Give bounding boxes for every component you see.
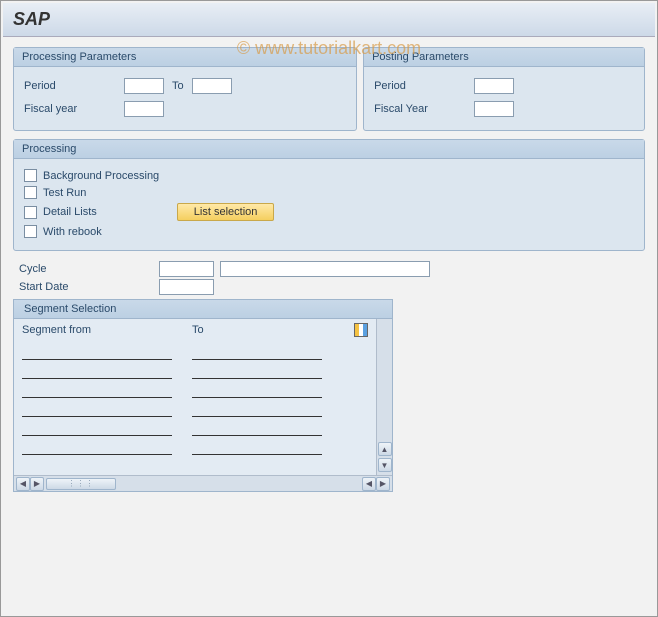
detail-lists-checkbox[interactable] bbox=[24, 206, 37, 219]
segment-to-input[interactable] bbox=[192, 439, 322, 455]
list-selection-button[interactable]: List selection bbox=[177, 203, 275, 221]
scroll-down-icon[interactable]: ▼ bbox=[378, 458, 392, 472]
fiscal-year-label: Fiscal year bbox=[24, 103, 124, 115]
panel-title: Processing bbox=[14, 140, 644, 159]
segment-to-input[interactable] bbox=[192, 382, 322, 398]
vertical-scrollbar[interactable]: ▲ ▼ bbox=[376, 319, 392, 475]
with-rebook-label: With rebook bbox=[43, 226, 102, 238]
test-run-label: Test Run bbox=[43, 187, 86, 199]
scroll-right-icon[interactable]: ▶ bbox=[30, 477, 44, 491]
segment-from-input[interactable] bbox=[22, 420, 172, 436]
segment-rows bbox=[22, 341, 370, 471]
test-run-checkbox[interactable] bbox=[24, 186, 37, 199]
segment-to-input[interactable] bbox=[192, 401, 322, 417]
segment-selection-panel: Segment Selection Segment from To bbox=[13, 299, 393, 492]
segment-from-input[interactable] bbox=[22, 439, 172, 455]
app-window: SAP © www.tutorialkart.com Processing Pa… bbox=[0, 0, 658, 617]
app-title: SAP bbox=[13, 9, 645, 30]
title-bar: SAP bbox=[3, 3, 655, 37]
scroll-left-end-icon[interactable]: ◀ bbox=[362, 477, 376, 491]
posting-period-label: Period bbox=[374, 80, 474, 92]
detail-lists-label: Detail Lists bbox=[43, 206, 97, 218]
scroll-right-end-icon[interactable]: ▶ bbox=[376, 477, 390, 491]
column-config-icon[interactable] bbox=[352, 323, 370, 337]
processing-panel: Processing Background Processing Test Ru… bbox=[13, 139, 645, 251]
segment-from-input[interactable] bbox=[22, 382, 172, 398]
content-area: Processing Parameters Period To Fiscal y… bbox=[3, 37, 655, 502]
with-rebook-checkbox[interactable] bbox=[24, 225, 37, 238]
scroll-left-icon[interactable]: ◀ bbox=[16, 477, 30, 491]
scroll-up-icon[interactable]: ▲ bbox=[378, 442, 392, 456]
fiscal-year-input[interactable] bbox=[124, 101, 164, 117]
start-date-input[interactable] bbox=[159, 279, 214, 295]
segment-to-input[interactable] bbox=[192, 363, 322, 379]
panel-title: Segment Selection bbox=[14, 300, 392, 319]
cycle-label: Cycle bbox=[19, 263, 159, 275]
segment-from-header: Segment from bbox=[22, 324, 192, 336]
period-to-input[interactable] bbox=[192, 78, 232, 94]
cycle-short-input[interactable] bbox=[159, 261, 214, 277]
segment-to-input[interactable] bbox=[192, 420, 322, 436]
start-date-label: Start Date bbox=[19, 281, 159, 293]
posting-fiscal-input[interactable] bbox=[474, 101, 514, 117]
segment-to-header: To bbox=[192, 324, 352, 336]
segment-to-input[interactable] bbox=[192, 458, 322, 471]
background-processing-label: Background Processing bbox=[43, 170, 159, 182]
panel-title: Processing Parameters bbox=[14, 48, 356, 67]
posting-parameters-panel: Posting Parameters Period Fiscal Year bbox=[363, 47, 645, 131]
cycle-long-input[interactable] bbox=[220, 261, 430, 277]
segment-from-input[interactable] bbox=[22, 344, 172, 360]
panel-title: Posting Parameters bbox=[364, 48, 644, 67]
posting-period-input[interactable] bbox=[474, 78, 514, 94]
segment-from-input[interactable] bbox=[22, 458, 172, 471]
segment-from-input[interactable] bbox=[22, 401, 172, 417]
segment-to-input[interactable] bbox=[192, 344, 322, 360]
segment-from-input[interactable] bbox=[22, 363, 172, 379]
period-from-input[interactable] bbox=[124, 78, 164, 94]
posting-fiscal-label: Fiscal Year bbox=[374, 103, 474, 115]
to-label: To bbox=[172, 80, 184, 92]
processing-parameters-panel: Processing Parameters Period To Fiscal y… bbox=[13, 47, 357, 131]
background-processing-checkbox[interactable] bbox=[24, 169, 37, 182]
period-label: Period bbox=[24, 80, 124, 92]
horizontal-scrollbar[interactable]: ◀ ▶ ⋮⋮⋮ ◀ ▶ bbox=[14, 475, 392, 491]
scroll-thumb[interactable]: ⋮⋮⋮ bbox=[46, 478, 116, 490]
